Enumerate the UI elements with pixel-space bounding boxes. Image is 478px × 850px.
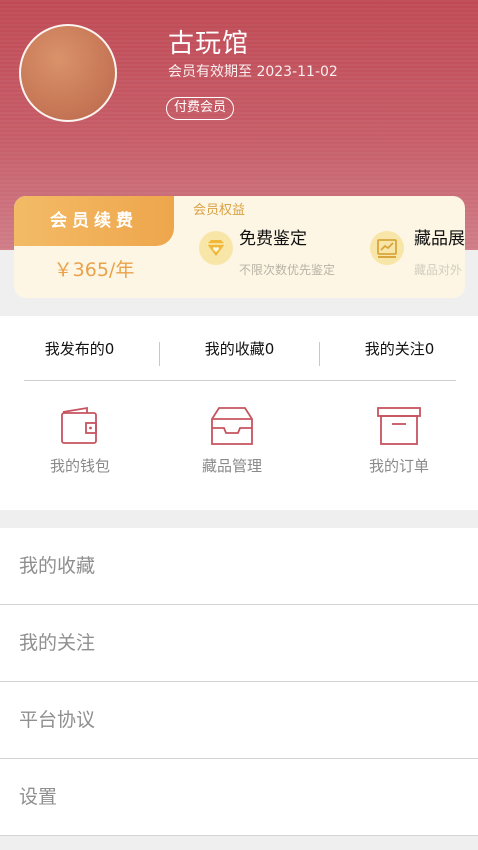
menu-item-settings[interactable]: 设置 [0,759,478,836]
benefit-desc: 藏品对外 [414,263,463,277]
stat-my-posts[interactable]: 我发布的0 [0,339,159,359]
stat-my-favorites[interactable]: 我的收藏0 [160,339,319,359]
renew-membership-button[interactable]: 会员续费 [14,196,174,246]
membership-expiry: 会员有效期至 2023-11-02 [168,64,338,80]
settings-menu: 我的收藏 我的关注 平台协议 设置 [0,528,478,836]
menu-item-my-follows[interactable]: 我的关注 [0,605,478,682]
tool-my-wallet[interactable]: 我的钱包 [0,404,160,484]
inbox-tray-icon [211,407,253,445]
paid-member-badge: 付费会员 [166,97,235,120]
tool-label: 藏品管理 [201,457,262,475]
membership-card: 会员续费 ￥365/年 会员权益 免费鉴定 不限次数优先鉴定 藏品展 藏品对外 [14,196,465,298]
username: 古玩馆 [168,29,250,59]
tool-label: 我的订单 [368,457,429,475]
benefit-desc: 不限次数优先鉴定 [239,263,336,277]
benefit-name: 免费鉴定 [239,229,307,249]
tool-collection-manage[interactable]: 藏品管理 [152,404,312,484]
benefit-free-appraisal[interactable]: 免费鉴定 不限次数优先鉴定 [199,228,359,288]
avatar[interactable] [19,24,117,122]
benefit-collection-show[interactable]: 藏品展 藏品对外 [370,228,465,288]
stat-my-follows[interactable]: 我的关注0 [320,339,478,359]
stats-divider [24,380,456,381]
chart-board-icon [370,231,404,265]
stats-tools-panel: 我发布的0 我的收藏0 我的关注0 我的钱包 藏品管理 我的订单 [0,316,478,510]
benefits-title: 会员权益 [193,203,246,218]
menu-item-my-favorites[interactable]: 我的收藏 [0,528,478,605]
menu-item-platform-agreement[interactable]: 平台协议 [0,682,478,759]
tool-label: 我的钱包 [49,457,110,475]
archive-box-icon [377,407,421,445]
renew-price: ￥365/年 [53,259,135,281]
wallet-icon [61,406,97,444]
diamond-heart-icon [199,231,233,265]
tool-my-orders[interactable]: 我的订单 [319,404,478,484]
benefit-name: 藏品展 [414,229,465,249]
